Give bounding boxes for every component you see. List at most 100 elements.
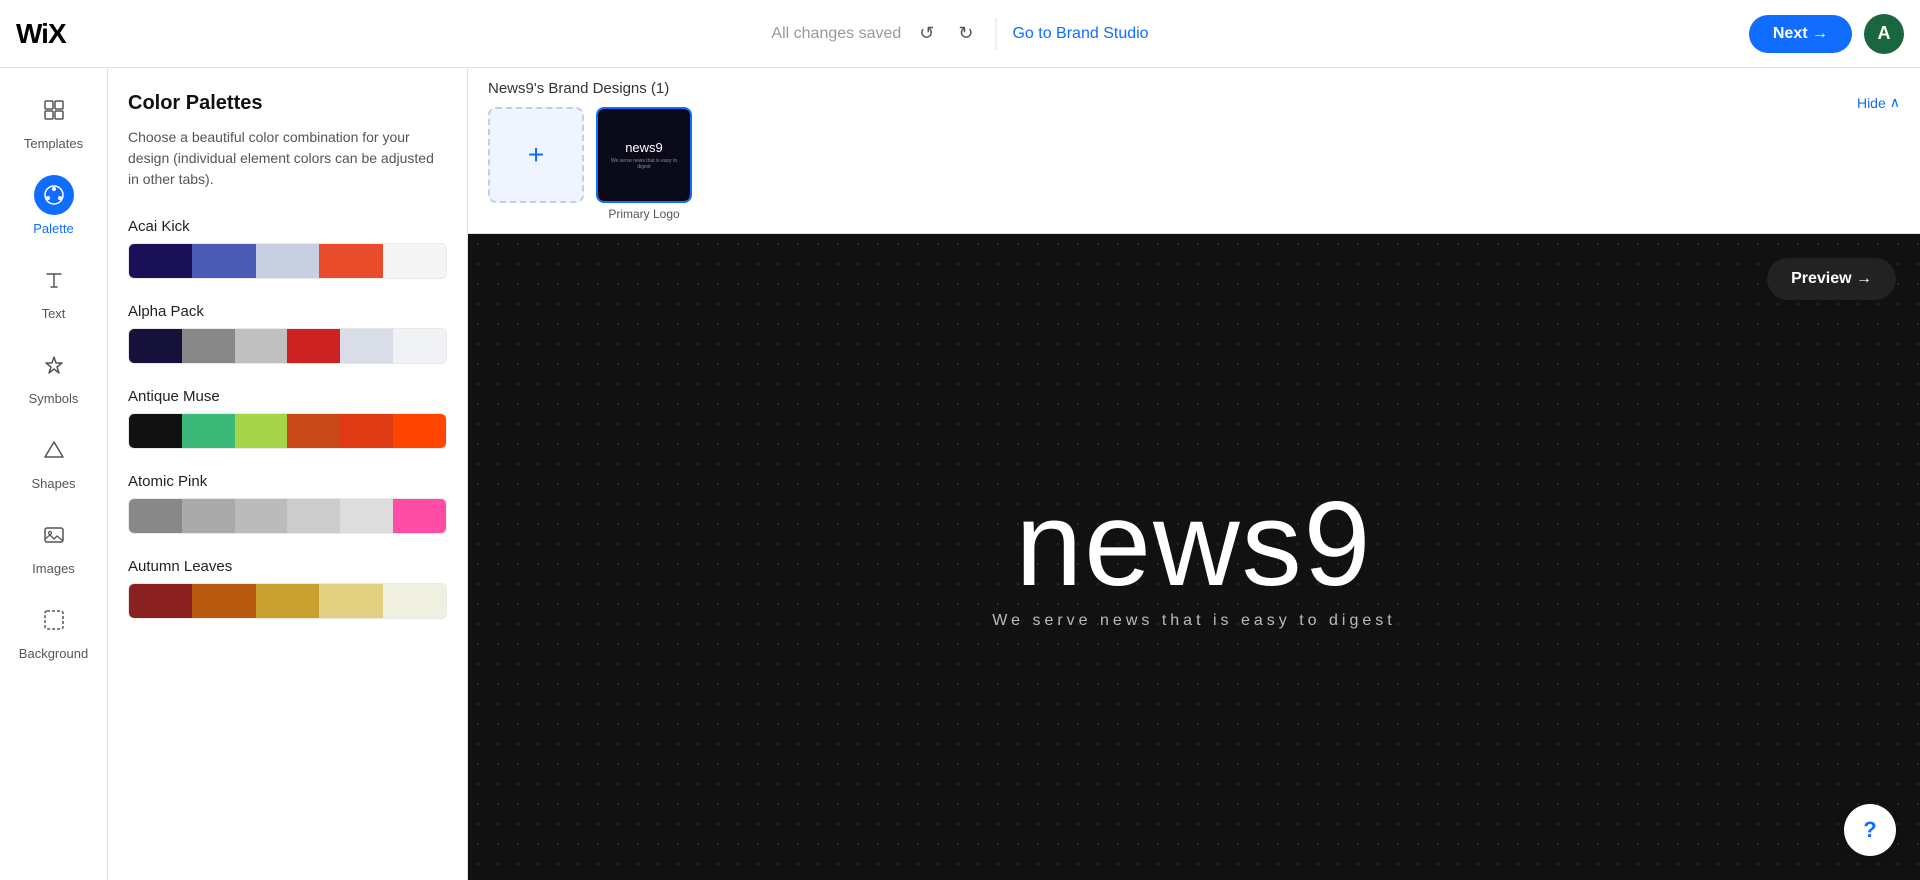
color-swatch xyxy=(256,584,319,618)
color-swatch xyxy=(393,414,446,448)
palette-panel-title: Color Palettes xyxy=(128,92,447,115)
images-label: Images xyxy=(32,561,75,576)
color-swatch xyxy=(182,329,235,363)
logo-thumb-inner: news9 We serve news that is easy to dige… xyxy=(598,109,690,201)
avatar[interactable]: A xyxy=(1864,14,1904,54)
undo-button[interactable]: ↺ xyxy=(913,17,940,50)
palette-name: Atomic Pink xyxy=(128,473,447,490)
templates-icon xyxy=(34,90,74,130)
logo-thumb-subtext: We serve news that is easy to digest xyxy=(604,158,684,170)
color-swatch xyxy=(192,584,255,618)
sidebar-item-text[interactable]: Text xyxy=(0,250,107,331)
color-swatch xyxy=(182,414,235,448)
color-swatch xyxy=(129,329,182,363)
color-swatch xyxy=(129,244,192,278)
color-swatch xyxy=(383,584,446,618)
palette-label: Palette xyxy=(33,221,73,236)
color-swatch xyxy=(319,244,382,278)
color-swatch xyxy=(129,584,192,618)
color-swatch xyxy=(182,499,235,533)
nav-divider xyxy=(995,18,996,50)
color-swatches xyxy=(128,413,447,449)
preview-button[interactable]: Preview → xyxy=(1767,258,1896,300)
nav-right: Next → A xyxy=(1749,14,1904,54)
palette-name: Acai Kick xyxy=(128,218,447,235)
brand-studio-button[interactable]: Go to Brand Studio xyxy=(1012,25,1148,43)
color-swatch xyxy=(393,329,446,363)
sidebar-item-background[interactable]: Background xyxy=(0,590,107,671)
color-swatch xyxy=(340,499,393,533)
color-swatches xyxy=(128,243,447,279)
logo-thumb-text: news9 xyxy=(625,140,663,156)
color-swatch xyxy=(340,414,393,448)
wix-logo: WiX xyxy=(16,18,66,50)
brand-bar-right: Hide ∧ xyxy=(1857,80,1900,111)
preview-content: news9 We serve news that is easy to dige… xyxy=(992,484,1395,630)
content-area: News9's Brand Designs (1) + news9 We ser… xyxy=(468,68,1920,880)
brand-bar-left: News9's Brand Designs (1) + news9 We ser… xyxy=(488,80,1841,221)
hide-button[interactable]: Hide ∧ xyxy=(1857,80,1900,111)
color-swatch xyxy=(192,244,255,278)
sidebar-item-shapes[interactable]: Shapes xyxy=(0,420,107,501)
primary-logo-thumb[interactable]: news9 We serve news that is easy to dige… xyxy=(596,107,692,203)
color-swatch xyxy=(235,414,288,448)
sidebar-item-palette[interactable]: Palette xyxy=(0,165,107,246)
sidebar-item-symbols[interactable]: Symbols xyxy=(0,335,107,416)
add-logo-button[interactable]: + xyxy=(488,107,584,203)
palette-panel-description: Choose a beautiful color combination for… xyxy=(128,127,447,190)
sidebar-item-templates[interactable]: Templates xyxy=(0,80,107,161)
redo-button[interactable]: ↻ xyxy=(952,17,979,50)
add-icon: + xyxy=(528,139,544,171)
next-button[interactable]: Next → xyxy=(1749,15,1852,53)
text-label: Text xyxy=(42,306,66,321)
brand-bar-title: News9's Brand Designs (1) xyxy=(488,80,1841,97)
main-layout: Templates Palette Text Symbols Shapes xyxy=(0,68,1920,880)
palette-icon xyxy=(34,175,74,215)
color-swatch xyxy=(129,414,182,448)
shapes-icon xyxy=(34,430,74,470)
sidebar-item-images[interactable]: Images xyxy=(0,505,107,586)
palette-name: Alpha Pack xyxy=(128,303,447,320)
palette-entry-alpha-pack[interactable]: Alpha Pack xyxy=(128,303,447,364)
color-swatch xyxy=(235,499,288,533)
preview-canvas: news9 We serve news that is easy to dige… xyxy=(468,234,1920,880)
nav-center: All changes saved ↺ ↻ Go to Brand Studio xyxy=(771,17,1148,50)
palette-name: Autumn Leaves xyxy=(128,558,447,575)
palette-entry-acai-kick[interactable]: Acai Kick xyxy=(128,218,447,279)
color-swatches xyxy=(128,498,447,534)
symbols-label: Symbols xyxy=(29,391,79,406)
brand-bar: News9's Brand Designs (1) + news9 We ser… xyxy=(468,68,1920,234)
color-swatch xyxy=(235,329,288,363)
palette-list: Acai Kick Alpha Pack Antique Muse Atomic Pi… xyxy=(128,218,447,619)
color-swatch xyxy=(393,499,446,533)
color-swatch xyxy=(319,584,382,618)
text-icon xyxy=(34,260,74,300)
symbols-icon xyxy=(34,345,74,385)
primary-logo-label: Primary Logo xyxy=(608,207,679,221)
palette-entry-atomic-pink[interactable]: Atomic Pink xyxy=(128,473,447,534)
color-swatch xyxy=(287,499,340,533)
hide-label: Hide xyxy=(1857,95,1886,111)
palette-entry-autumn-leaves[interactable]: Autumn Leaves xyxy=(128,558,447,619)
top-nav: WiX All changes saved ↺ ↻ Go to Brand St… xyxy=(0,0,1920,68)
images-icon xyxy=(34,515,74,555)
chevron-up-icon: ∧ xyxy=(1890,94,1900,111)
logo-items: + news9 We serve news that is easy to di… xyxy=(488,107,1841,221)
help-button[interactable]: ? xyxy=(1844,804,1896,856)
preview-logo-text: news9 xyxy=(992,484,1395,604)
color-swatch xyxy=(340,329,393,363)
palette-name: Antique Muse xyxy=(128,388,447,405)
color-swatch xyxy=(129,499,182,533)
palette-entry-antique-muse[interactable]: Antique Muse xyxy=(128,388,447,449)
shapes-label: Shapes xyxy=(31,476,75,491)
color-swatches xyxy=(128,328,447,364)
color-swatch xyxy=(256,244,319,278)
palette-panel: Color Palettes Choose a beautiful color … xyxy=(108,68,468,880)
save-status: All changes saved xyxy=(771,25,901,43)
color-swatches xyxy=(128,583,447,619)
background-label: Background xyxy=(19,646,88,661)
background-icon xyxy=(34,600,74,640)
color-swatch xyxy=(383,244,446,278)
color-swatch xyxy=(287,414,340,448)
preview-tagline: We serve news that is easy to digest xyxy=(992,612,1395,630)
